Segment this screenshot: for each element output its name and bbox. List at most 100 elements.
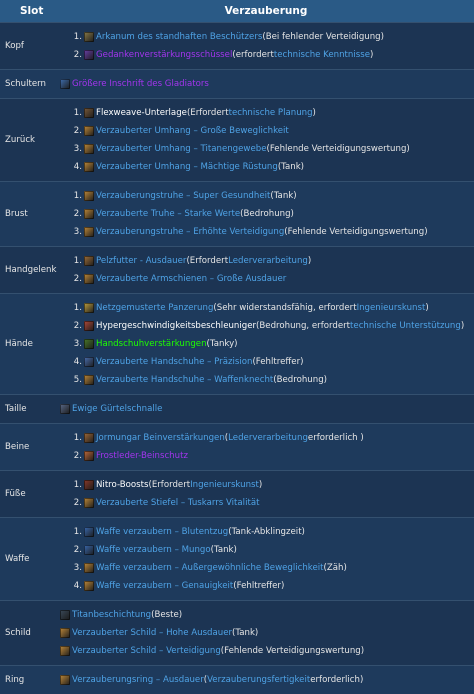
enchant-link[interactable]: Lederverarbeitung bbox=[228, 252, 308, 270]
enchant-note: (Tank) bbox=[232, 624, 258, 642]
enchant-note: ) bbox=[461, 317, 464, 335]
enchant-link[interactable]: Größere Inschrift des Gladiators bbox=[72, 75, 209, 93]
item-number: 2. bbox=[72, 46, 82, 64]
enchant-link[interactable]: Verzauberter Schild – Hohe Ausdauer bbox=[72, 624, 232, 642]
enchant-list-item: 3. Waffe verzaubern – Außergewöhnliche Be… bbox=[58, 559, 474, 577]
scroll-icon bbox=[84, 498, 94, 508]
scroll-icon bbox=[84, 375, 94, 385]
table-row: Brust1.Verzauberungstruhe – Super Gesund… bbox=[0, 182, 474, 247]
enchant-note: ) bbox=[313, 104, 316, 122]
enchant-cell: 1.Jormungar Beinverstärkungen ( Lederver… bbox=[58, 424, 474, 471]
table-row: Hände1.Netzgemusterte Panzerung (Sehr wi… bbox=[0, 294, 474, 395]
enchant-note: erforderlich) bbox=[310, 671, 363, 689]
enchant-note: (Tank) bbox=[211, 541, 237, 559]
table-row: SchildTitanbeschichtung (Beste)Verzauber… bbox=[0, 601, 474, 666]
enchant-list-item: 1.Pelzfutter - Ausdauer (Erfordert Leder… bbox=[58, 252, 474, 270]
enchant-link[interactable]: Verzauberte Armschienen – Große Ausdauer bbox=[96, 270, 286, 288]
enchant-cell: 1.Pelzfutter - Ausdauer (Erfordert Leder… bbox=[58, 247, 474, 294]
scroll-icon bbox=[84, 581, 94, 591]
enchant-link[interactable]: Verzauberte Truhe – Starke Werte bbox=[96, 205, 240, 223]
enchant-list-item: 2.Frostleder-Beinschutz bbox=[58, 447, 474, 465]
enchant-note: (Bedrohung) bbox=[240, 205, 294, 223]
enchant-note: (Sehr widerstandsfähig, erfordert bbox=[213, 299, 356, 317]
enchant-link[interactable]: Jormungar Beinverstärkungen bbox=[96, 429, 225, 447]
enchant-link[interactable]: Netzgemusterte Panzerung bbox=[96, 299, 213, 317]
enchant-list-item: 5.Verzauberte Handschuhe – Waffenknecht … bbox=[58, 371, 474, 389]
glove-reinforcement-icon bbox=[84, 339, 94, 349]
enchant-list-item: 3. Handschuhverstärkungen (Tanky) bbox=[58, 335, 474, 353]
enchant-list-item: 2.Waffe verzaubern – Mungo (Tank) bbox=[58, 541, 474, 559]
enchant-link[interactable]: Frostleder-Beinschutz bbox=[96, 447, 188, 465]
enchant-link[interactable]: Verzauberungsring – Ausdauer bbox=[72, 671, 204, 689]
enchant-link[interactable]: Verzauberungsfertigkeit bbox=[207, 671, 310, 689]
enchant-link[interactable]: Arkanum des standhaften Beschützers bbox=[96, 28, 262, 46]
enchant-link[interactable]: technische Kenntnisse bbox=[274, 46, 370, 64]
enchant-link[interactable]: Verzauberte Handschuhe – Präzision bbox=[96, 353, 252, 371]
item-number: 1. bbox=[72, 28, 82, 46]
enchant-note: ) bbox=[308, 252, 311, 270]
item-number: 3. bbox=[72, 335, 82, 353]
enchant-list-item: 4.Waffe verzaubern – Genauigkeit (Fehltr… bbox=[58, 577, 474, 595]
enchant-note: (Zäh) bbox=[324, 559, 347, 577]
item-number: 3. bbox=[72, 559, 82, 577]
enchant-link[interactable]: Waffe verzaubern – Mungo bbox=[96, 541, 211, 559]
enchant-list-item: Titanbeschichtung (Beste) bbox=[58, 606, 474, 624]
enchant-link[interactable]: Handschuhverstärkungen bbox=[96, 335, 207, 353]
enchant-cell: 1.Arkanum des standhaften Beschützers (B… bbox=[58, 23, 474, 70]
item-number: 3. bbox=[72, 223, 82, 241]
enchant-list-item: 3. Verzauberungstruhe – Erhöhte Verteidig… bbox=[58, 223, 474, 241]
item-number: 1. bbox=[72, 523, 82, 541]
table-row: RingVerzauberungsring – Ausdauer ( Verza… bbox=[0, 666, 474, 694]
enchant-note: (Tanky) bbox=[207, 335, 238, 353]
slot-label: Zurück bbox=[0, 99, 58, 182]
enchant-link[interactable]: Verzauberte Handschuhe – Waffenknecht bbox=[96, 371, 273, 389]
enchant-note: (Bedrohung, erfordert bbox=[256, 317, 350, 335]
enchant-link[interactable]: Pelzfutter - Ausdauer bbox=[96, 252, 186, 270]
enchant-list-item: 3.Verzauberter Umhang – Titanengewebe (F… bbox=[58, 140, 474, 158]
enchant-list-item: 1.Waffe verzaubern – Blutentzug (Tank-Ab… bbox=[58, 523, 474, 541]
enchant-link[interactable]: Waffe verzaubern – Außergewöhnliche Bewe… bbox=[96, 559, 324, 577]
enchant-link[interactable]: Verzauberter Schild – Verteidigung bbox=[72, 642, 221, 660]
enchant-link[interactable]: Verzauberter Umhang – Titanengewebe bbox=[96, 140, 266, 158]
enchant-list-item: 2.Gedankenverstärkungsschüssel (erforder… bbox=[58, 46, 474, 64]
netting-icon bbox=[84, 303, 94, 313]
enchant-link[interactable]: Gedankenverstärkungsschüssel bbox=[96, 46, 232, 64]
slot-label: Beine bbox=[0, 424, 58, 471]
spellthread-icon bbox=[84, 451, 94, 461]
slot-label: Waffe bbox=[0, 518, 58, 601]
table-row: Füße1.Nitro-Boosts (Erfordert Ingenieurs… bbox=[0, 471, 474, 518]
enchant-list-item: Verzauberter Schild – Verteidigung (Fehl… bbox=[58, 642, 474, 660]
enchant-link[interactable]: Ewige Gürtelschnalle bbox=[72, 400, 162, 418]
enchant-list-item: Ewige Gürtelschnalle bbox=[58, 400, 474, 418]
header-slot: Slot bbox=[0, 0, 58, 23]
enchant-list-item: Verzauberter Schild – Hohe Ausdauer (Tan… bbox=[58, 624, 474, 642]
scroll-icon bbox=[60, 628, 70, 638]
item-number: 4. bbox=[72, 577, 82, 595]
enchant-link[interactable]: Lederverarbeitung bbox=[228, 429, 308, 447]
enchant-link[interactable]: Ingenieurskunst bbox=[190, 476, 259, 494]
enchant-cell: Größere Inschrift des Gladiators bbox=[58, 70, 474, 99]
enchant-note: (Fehlende Verteidigungswertung) bbox=[266, 140, 409, 158]
scroll-icon bbox=[84, 162, 94, 172]
enchant-list-item: 2.Verzauberte Armschienen – Große Ausdau… bbox=[58, 270, 474, 288]
slot-label: Kopf bbox=[0, 23, 58, 70]
item-number: 1. bbox=[72, 104, 82, 122]
enchant-note: (Fehlende Verteidigungswertung) bbox=[284, 223, 427, 241]
enchant-link[interactable]: Waffe verzaubern – Genauigkeit bbox=[96, 577, 233, 595]
enchant-list-item: 2.Verzauberte Stiefel – Tuskarrs Vitalit… bbox=[58, 494, 474, 512]
rune-icon bbox=[84, 32, 94, 42]
enchant-link[interactable]: Verzauberter Umhang – Mächtige Rüstung bbox=[96, 158, 278, 176]
nitro-boots-icon bbox=[84, 480, 94, 490]
enchant-link[interactable]: technische Unterstützung bbox=[350, 317, 461, 335]
enchant-link[interactable]: Titanbeschichtung bbox=[72, 606, 151, 624]
enchant-cell: Titanbeschichtung (Beste)Verzauberter Sc… bbox=[58, 601, 474, 666]
enchant-link[interactable]: Verzauberte Stiefel – Tuskarrs Vitalität bbox=[96, 494, 259, 512]
enchant-link[interactable]: Verzauberungstruhe – Erhöhte Verteidigun… bbox=[96, 223, 284, 241]
enchant-list-item: 1.Netzgemusterte Panzerung (Sehr widerst… bbox=[58, 299, 474, 317]
slot-label: Taille bbox=[0, 395, 58, 424]
enchant-link[interactable]: Verzauberungstruhe – Super Gesundheit bbox=[96, 187, 270, 205]
enchant-link[interactable]: Waffe verzaubern – Blutentzug bbox=[96, 523, 228, 541]
enchant-link[interactable]: technische Planung bbox=[229, 104, 313, 122]
enchant-link[interactable]: Ingenieurskunst bbox=[357, 299, 426, 317]
enchant-link[interactable]: Verzauberter Umhang – Große Beweglichkei… bbox=[96, 122, 289, 140]
